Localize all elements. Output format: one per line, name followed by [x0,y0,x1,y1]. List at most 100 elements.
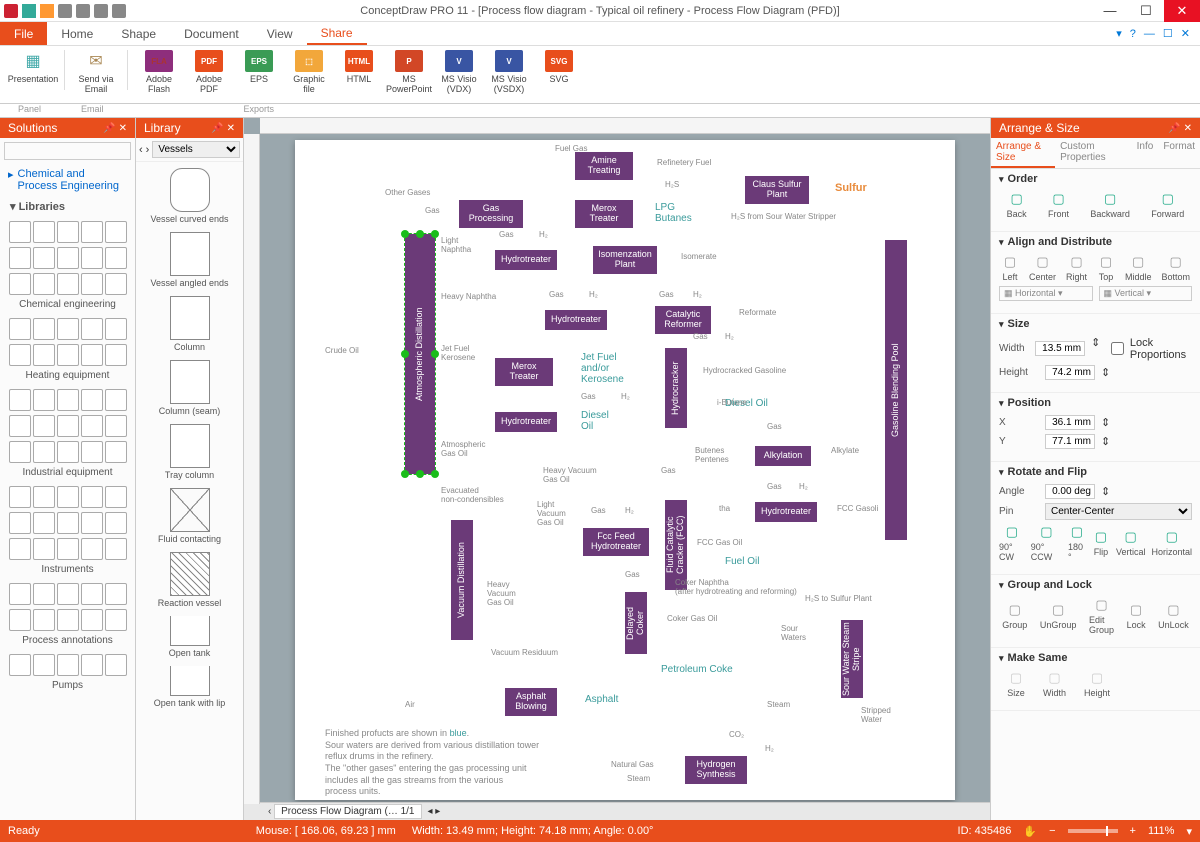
stencil-icon[interactable] [33,415,55,437]
lock-proportions-checkbox[interactable] [1111,342,1124,355]
stencil-icon[interactable] [33,441,55,463]
rotate-horizontal[interactable]: ▢Horizontal [1151,529,1192,557]
stencil-icon[interactable] [33,538,55,560]
stencil-icon[interactable] [33,344,55,366]
stencil-icon[interactable] [9,486,31,508]
stencil-icon[interactable] [81,247,103,269]
process-box-isom[interactable]: Isomenzation Plant [593,246,657,274]
stencil-icon[interactable] [57,486,79,508]
align-right[interactable]: ▢Right [1066,254,1087,282]
stencil-icon[interactable] [105,609,127,631]
library-shape[interactable] [170,424,210,468]
close-button[interactable]: ✕ [1164,0,1200,22]
order-header[interactable]: Order [999,173,1192,185]
ribbon-min-icon[interactable]: — [1144,28,1155,40]
stencil-icon[interactable] [9,415,31,437]
qa-undo-icon[interactable] [58,4,72,18]
align-horizontal-dropdown[interactable]: ▦ Horizontal ▾ [999,286,1093,301]
stencil-icon[interactable] [57,273,79,295]
qa-open-icon[interactable] [40,4,54,18]
pin-select[interactable]: Center-Center [1045,503,1192,520]
process-box-catref[interactable]: Catalytic Reformer [655,306,711,334]
stencil-icon[interactable] [57,344,79,366]
stencil-icon[interactable] [81,654,103,676]
library-shape[interactable] [170,616,210,646]
stencil-icon[interactable] [33,583,55,605]
stencil-icon[interactable] [57,583,79,605]
arr-tab-custom[interactable]: Custom Properties [1055,138,1132,168]
library-shape[interactable] [170,552,210,596]
stencil-icon[interactable] [33,247,55,269]
stencil-icon[interactable] [57,609,79,631]
height-input[interactable] [1045,365,1095,380]
stencil-icon[interactable] [57,389,79,411]
stencil-icon[interactable] [105,221,127,243]
stencil-icon[interactable] [33,486,55,508]
ribbon-presentation[interactable]: ▦Presentation [8,50,58,84]
stencil-icon[interactable] [105,654,127,676]
selection-handle[interactable] [416,230,424,238]
makesame-height[interactable]: ▢Height [1084,670,1110,698]
minimize-button[interactable]: — [1092,0,1128,22]
stencil-icon[interactable] [57,221,79,243]
stencil-icon[interactable] [105,441,127,463]
selection-handle[interactable] [431,230,439,238]
zoom-slider[interactable] [1068,829,1118,833]
pan-icon[interactable]: ✋ [1023,825,1037,838]
stencil-icon[interactable] [33,512,55,534]
process-box-hsynth[interactable]: Hydrogen Synthesis [685,756,747,784]
stencil-icon[interactable] [105,389,127,411]
stencil-icon[interactable] [105,247,127,269]
qa-redo-icon[interactable] [76,4,90,18]
solutions-search-input[interactable] [4,142,131,160]
process-box-merox1[interactable]: Merox Treater [575,200,633,228]
arr-tab-info[interactable]: Info [1132,138,1159,168]
menu-view[interactable]: View [253,22,307,45]
stencil-icon[interactable] [105,512,127,534]
group-group[interactable]: ▢Group [1002,602,1027,630]
stencil-icon[interactable] [9,609,31,631]
process-box-sws[interactable]: Sour Water Steam Stripe [841,620,863,698]
stencil-icon[interactable] [81,389,103,411]
ribbon-svg[interactable]: SVGSVG [534,50,584,84]
stencil-icon[interactable] [33,654,55,676]
makesame-size[interactable]: ▢Size [1007,670,1025,698]
align-header[interactable]: Align and Distribute [999,236,1192,248]
ribbon-ms-visio-(vdx)[interactable]: VMS Visio (VDX) [434,50,484,94]
size-header[interactable]: Size [999,318,1192,330]
process-box-gasproc[interactable]: Gas Processing [459,200,523,228]
library-shape[interactable] [170,168,210,212]
group-unlock[interactable]: ▢UnLock [1158,602,1189,630]
stencil-icon[interactable] [105,273,127,295]
stencil-icon[interactable] [33,389,55,411]
arrange-pin-icon[interactable]: 📌 ✕ [1168,123,1192,134]
process-box-hydro4[interactable]: Hydrotreater [755,502,817,522]
selection-handle[interactable] [431,470,439,478]
ribbon-send-via-email[interactable]: ✉Send via Email [71,50,121,94]
stencil-icon[interactable] [81,344,103,366]
menu-document[interactable]: Document [170,22,253,45]
stencil-icon[interactable] [9,583,31,605]
stencil-icon[interactable] [9,654,31,676]
maximize-button[interactable]: ☐ [1128,0,1164,22]
stencil-icon[interactable] [9,512,31,534]
menu-share[interactable]: Share [307,22,367,45]
process-box-gbp[interactable]: Gasoline Blending Pool [885,240,907,540]
makesame-width[interactable]: ▢Width [1043,670,1066,698]
process-box-vac[interactable]: Vacuum Distillation [451,520,473,640]
stencil-icon[interactable] [81,415,103,437]
position-header[interactable]: Position [999,397,1192,409]
solutions-pin-icon[interactable]: 📌 ✕ [103,123,127,134]
tab-scroll[interactable]: ◂ ▸ [428,806,441,817]
ribbon-ms-powerpoint[interactable]: PMS PowerPoint [384,50,434,94]
menu-shape[interactable]: Shape [107,22,170,45]
process-box-claus[interactable]: Claus Sulfur Plant [745,176,809,204]
stencil-icon[interactable] [9,221,31,243]
ribbon-adobe-flash[interactable]: FLAAdobe Flash [134,50,184,94]
ribbon-ms-visio-(vsdx)[interactable]: VMS Visio (VSDX) [484,50,534,94]
align-top[interactable]: ▢Top [1097,254,1115,282]
order-back[interactable]: ▢Back [1007,191,1027,219]
lib-prev-icon[interactable]: ‹ [139,144,143,156]
canvas-viewport[interactable]: Amine TreatingClaus Sulfur PlantSulfurGa… [260,134,990,802]
ribbon-graphic-file[interactable]: ⬚Graphic file [284,50,334,94]
